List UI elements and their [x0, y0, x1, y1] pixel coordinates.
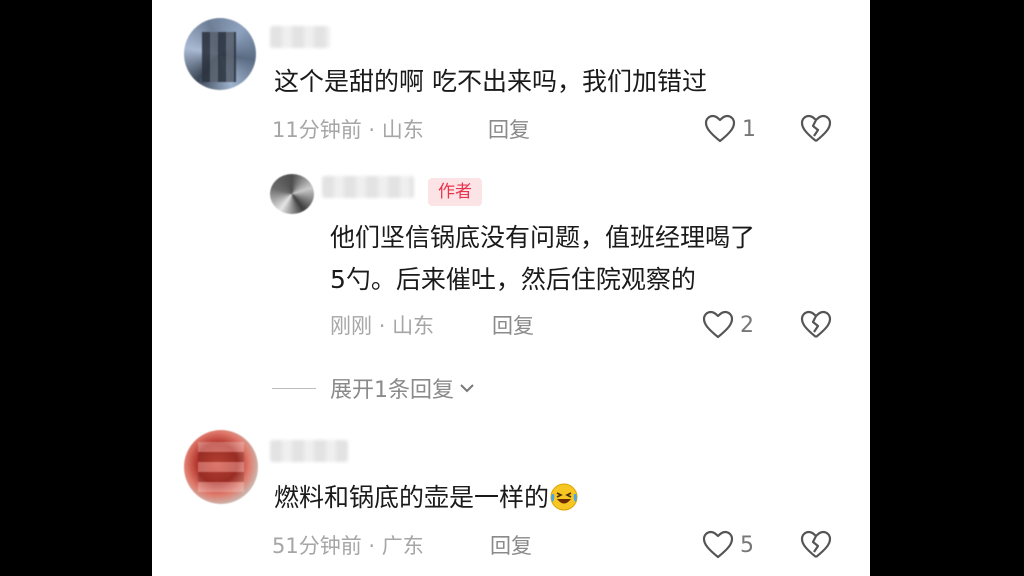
laughing-crying-emoji-icon	[550, 483, 578, 511]
username-blurred[interactable]	[270, 26, 330, 48]
broken-heart-icon[interactable]	[800, 530, 832, 560]
username-blurred[interactable]	[270, 440, 348, 462]
like-button[interactable]: 1	[704, 114, 756, 144]
avatar[interactable]	[184, 18, 256, 90]
comment-time: 51分钟前	[272, 534, 362, 558]
comment-meta: 刚刚 · 山东	[330, 312, 434, 340]
comment-panel: 这个是甜的啊 吃不出来吗，我们加错过 11分钟前 · 山东 回复 1 作者 他们…	[152, 0, 870, 576]
comment-text-line: 他们坚信锅底没有问题，值班经理喝了	[330, 223, 756, 252]
comment-time: 11分钟前	[272, 118, 362, 142]
comment-text: 燃料和锅底的壶是一样的	[274, 483, 550, 512]
meta-dot: ·	[368, 534, 376, 558]
heart-icon	[702, 530, 734, 559]
comment-meta: 11分钟前 · 山东	[272, 116, 424, 144]
comment-text-line: 5勺。后来催吐，然后住院观察的	[330, 265, 696, 294]
comment-location: 山东	[392, 314, 435, 338]
expand-replies-label: 展开1条回复	[330, 378, 454, 403]
comment-time: 刚刚	[330, 314, 372, 338]
reply-button[interactable]: 回复	[492, 312, 534, 340]
meta-dot: ·	[368, 118, 376, 142]
comment-text: 这个是甜的啊 吃不出来吗，我们加错过	[274, 67, 707, 96]
username-blurred[interactable]	[322, 176, 414, 198]
author-badge: 作者	[428, 178, 482, 206]
heart-icon	[702, 310, 734, 339]
comment-text-row: 燃料和锅底的壶是一样的	[274, 478, 579, 518]
expand-replies-button[interactable]: 展开1条回复	[272, 372, 476, 404]
like-count: 1	[742, 116, 756, 142]
reply-button[interactable]: 回复	[490, 532, 532, 560]
chevron-down-icon	[460, 384, 474, 393]
reply-button[interactable]: 回复	[488, 116, 530, 144]
avatar[interactable]	[184, 430, 258, 504]
broken-heart-icon[interactable]	[800, 114, 832, 144]
like-count: 2	[740, 312, 754, 338]
comment-meta: 51分钟前 · 广东	[272, 532, 424, 560]
heart-icon	[704, 114, 736, 143]
like-button[interactable]: 2	[702, 310, 754, 340]
comment-location: 山东	[381, 118, 424, 142]
divider	[272, 387, 316, 389]
meta-dot: ·	[378, 314, 386, 338]
like-count: 5	[740, 532, 754, 558]
comment-location: 广东	[381, 534, 424, 558]
avatar[interactable]	[270, 174, 314, 214]
broken-heart-icon[interactable]	[800, 310, 832, 340]
like-button[interactable]: 5	[702, 530, 754, 560]
